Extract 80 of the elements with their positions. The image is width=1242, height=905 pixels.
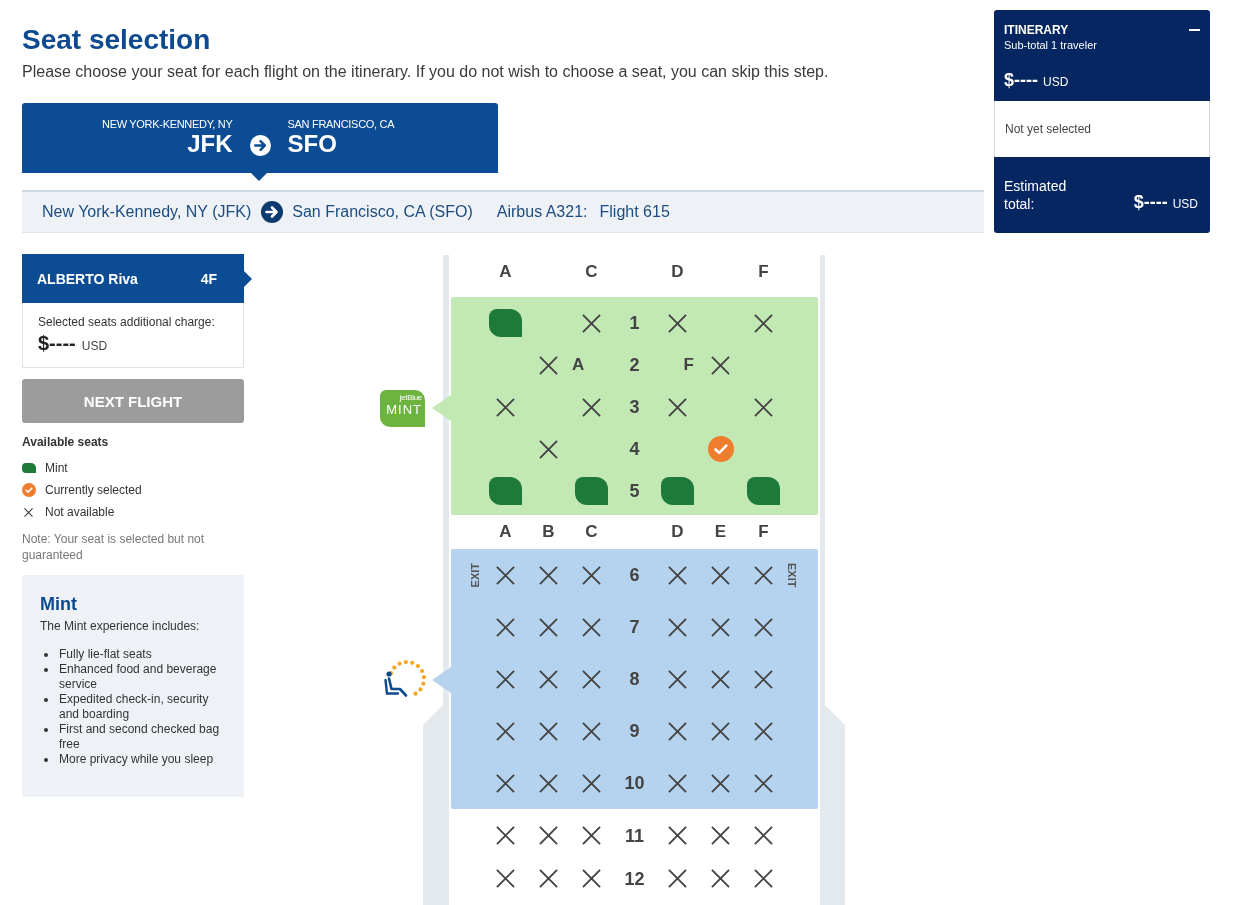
benefit-item: Enhanced food and beverage service (59, 662, 218, 692)
check-circle-icon[interactable] (707, 436, 734, 462)
bullet-icon (44, 653, 48, 657)
seat-icon[interactable] (489, 309, 522, 337)
column-letter: C (585, 522, 598, 542)
column-letter: B (542, 522, 555, 542)
arrow-right-icon (261, 201, 284, 223)
cross-icon (24, 507, 33, 517)
origin-airport: New York-Kennedy, NY (JFK) (42, 202, 252, 222)
total-amount: $---- (1133, 192, 1168, 212)
benefit-item: First and second checked bag free (59, 722, 221, 752)
itinerary-title: ITINERARY (1004, 22, 1069, 38)
row-number: 5 (629, 480, 640, 502)
row-number: 3 (629, 396, 640, 418)
exit-label: EXIT (469, 562, 481, 588)
aircraft-type: Airbus A321: (496, 202, 588, 222)
row-number: 6 (629, 564, 640, 586)
row-number: 12 (624, 867, 645, 890)
check-circle-icon (22, 483, 36, 497)
row-number: 10 (624, 772, 645, 794)
currency-label: USD (81, 339, 108, 353)
seat-swatch-icon (22, 463, 36, 473)
destination-city: SAN FRANCISCO, CA (287, 118, 395, 131)
seat-letter: A (572, 355, 585, 375)
flight-number: Flight 615 (599, 202, 670, 222)
exit-label: EXIT (786, 562, 798, 588)
column-letter: E (714, 522, 727, 542)
column-letter: C (585, 262, 598, 282)
destination-airport: San Francisco, CA (SFO) (292, 202, 473, 222)
row-number: 2 (629, 354, 640, 376)
benefit-item: Fully lie-flat seats (59, 647, 152, 662)
seat-icon[interactable] (489, 477, 522, 505)
row-number: 7 (629, 616, 640, 638)
seat-icon[interactable] (661, 477, 694, 505)
row-number: 9 (629, 720, 640, 742)
column-letter: F (758, 262, 769, 282)
charge-label: Selected seats additional charge: (38, 315, 216, 330)
seat-icon[interactable] (747, 477, 780, 505)
row-number: 11 (625, 824, 644, 847)
seat-letter: F (683, 355, 694, 375)
subtotal-amount: $---- (1004, 70, 1038, 90)
column-letter: F (758, 522, 769, 542)
total-label: Estimated total: (1004, 177, 1068, 213)
arrow-right-icon (249, 135, 271, 156)
currency-label: USD (1172, 197, 1198, 211)
itinerary-subtitle: Sub-total 1 traveler (1004, 38, 1098, 52)
legend-label: Currently selected (45, 483, 142, 497)
bullet-icon (44, 698, 48, 702)
seat-icon[interactable] (575, 477, 608, 505)
origin-city: NEW YORK-KENNEDY, NY (102, 118, 233, 131)
legend-title: Available seats (22, 435, 110, 450)
route-tab[interactable]: NEW YORK-KENNEDY, NY JFK SAN FRANCISCO, CA SFO (22, 103, 498, 181)
bullet-icon (44, 668, 48, 672)
row-number: 8 (629, 668, 640, 690)
destination-code: SFO (287, 131, 337, 157)
legend-label: Not available (45, 505, 115, 519)
badge-label: MINT (386, 402, 422, 417)
column-letter: A (499, 522, 512, 542)
row-number: 4 (629, 438, 640, 460)
seat-note: Note: Your seat is selected but not guaranteed (22, 531, 206, 563)
benefit-item: Expedited check-in, security and boarding (59, 692, 210, 722)
row-number: 1 (629, 312, 640, 334)
legend-label: Mint (45, 461, 68, 475)
column-letter: A (499, 262, 512, 282)
column-letter: D (671, 522, 684, 542)
page-title: Seat selection (22, 23, 212, 57)
charge-amount: $---- (38, 332, 76, 354)
origin-code: JFK (187, 131, 233, 157)
currency-label: USD (1043, 75, 1069, 89)
benefit-item: More privacy while you sleep (59, 752, 214, 767)
passenger-tab[interactable]: ALBERTO Riva 4F (22, 254, 252, 303)
bullet-icon (44, 758, 48, 762)
bullet-icon (44, 728, 48, 732)
column-letter: D (671, 262, 684, 282)
page-subtitle: Please choose your seat for each flight on the itinerary. If you do not wish to choose a seat, you can skip this step. (22, 62, 830, 82)
selection-status: Not yet selected (1005, 122, 1092, 136)
reclined-seat-icon (383, 658, 427, 700)
info-title: Mint (40, 593, 78, 615)
badge-brand: jetBlue (399, 393, 422, 402)
info-intro: The Mint experience includes: (40, 619, 201, 634)
